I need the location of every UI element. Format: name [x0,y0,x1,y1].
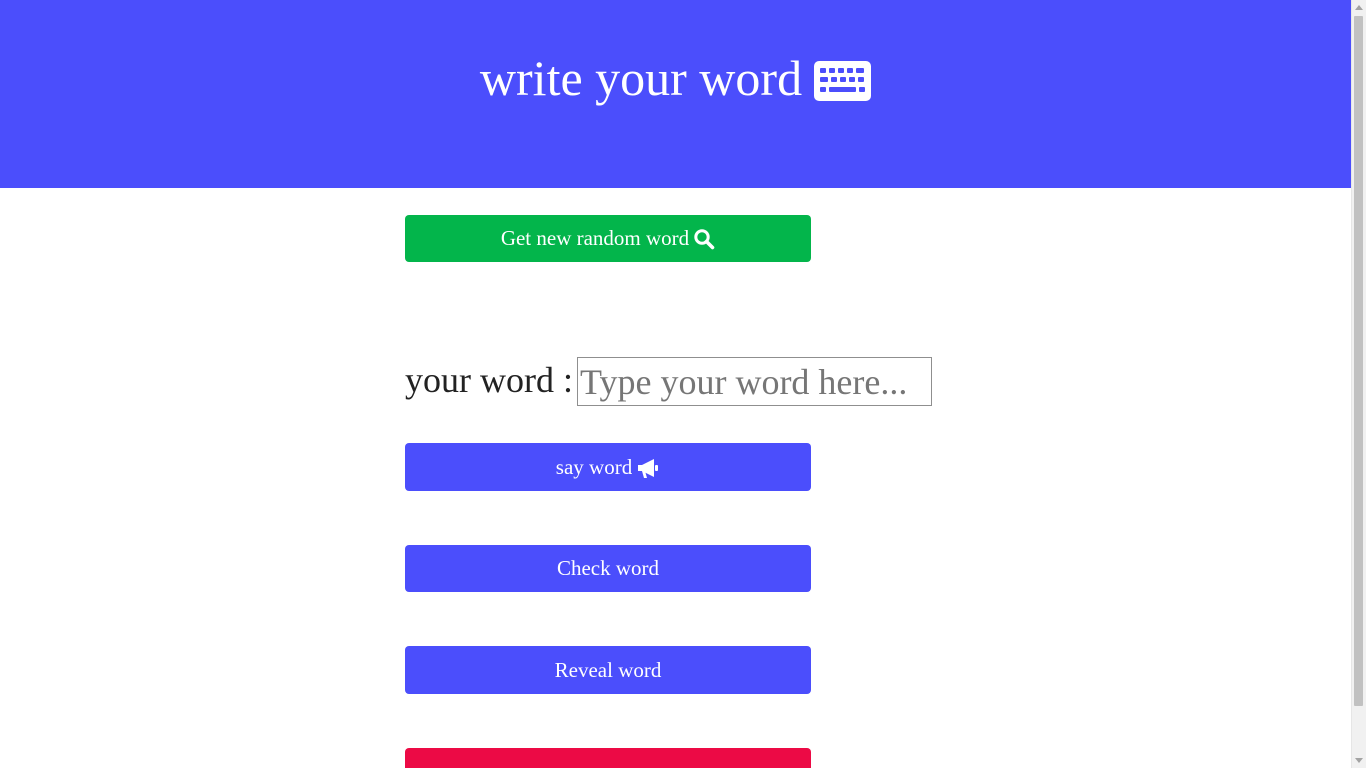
check-word-button[interactable]: Check word [405,545,811,592]
page-title-text: write your word [479,49,803,106]
viewport: write your word Get new random word your… [0,0,1366,768]
reveal-word-button[interactable]: Reveal word [405,646,811,694]
megaphone-icon [638,458,659,478]
scroll-up-arrow-icon[interactable] [1355,5,1363,10]
say-word-label: say word [555,455,633,479]
page-title: write your word [0,42,1351,108]
word-input[interactable] [577,357,932,406]
scrollbar-thumb[interactable] [1354,16,1363,706]
scroll-down-arrow-icon[interactable] [1355,758,1363,763]
your-word-label: your word : [405,360,573,400]
get-random-word-label: Get new random word [500,226,690,250]
keyboard-icon [814,60,872,101]
get-random-word-button[interactable]: Get new random word [405,215,811,262]
vertical-scrollbar[interactable] [1351,0,1366,768]
search-icon [694,228,715,249]
header: write your word [0,0,1351,188]
red-action-button[interactable] [405,748,811,768]
say-word-button[interactable]: say word [405,443,811,491]
check-word-label: Check word [556,556,660,580]
reveal-word-label: Reveal word [554,658,662,682]
page: write your word Get new random word your… [0,0,1351,768]
